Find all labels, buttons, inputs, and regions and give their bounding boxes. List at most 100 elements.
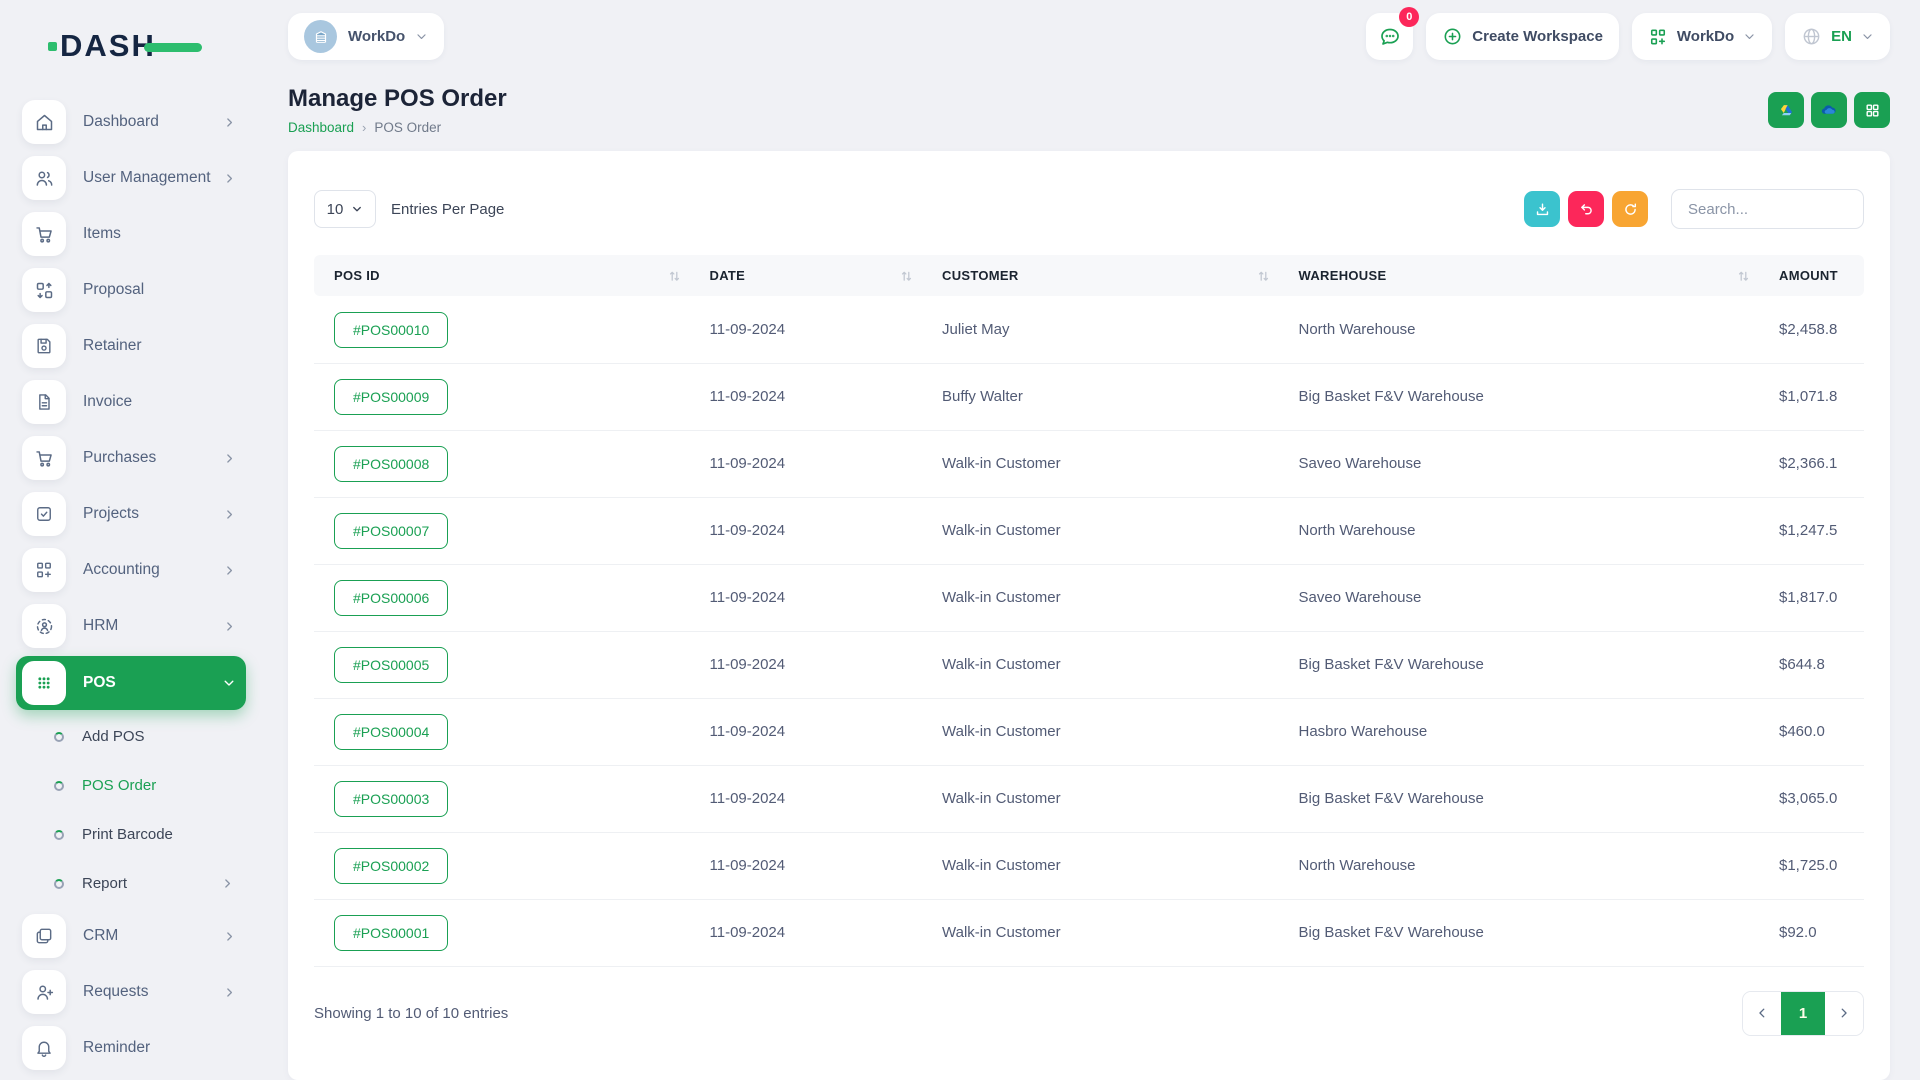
search-input[interactable]: [1671, 189, 1864, 229]
pos-id-link[interactable]: #POS00009: [334, 379, 448, 415]
sidebar-item-pos[interactable]: POS: [16, 656, 246, 710]
chevron-left-icon: [1755, 1006, 1769, 1020]
create-workspace-label: Create Workspace: [1472, 28, 1603, 45]
sidebar-item-label: Items: [83, 225, 121, 243]
sidebar-subitem-report[interactable]: Report: [16, 859, 246, 908]
column-header-amount[interactable]: AMOUNT: [1771, 255, 1864, 296]
table-row: #POS00004 11-09-2024 Walk-in Customer Ha…: [314, 698, 1864, 765]
cell-customer: Juliet May: [934, 296, 1291, 363]
cell-amount: $3,065.0: [1771, 765, 1864, 832]
sidebar-item-purchases[interactable]: Purchases: [16, 430, 246, 486]
language-selector[interactable]: EN: [1785, 13, 1890, 60]
sidebar-item-label: CRM: [83, 927, 118, 945]
table-row: #POS00003 11-09-2024 Walk-in Customer Bi…: [314, 765, 1864, 832]
sidebar-item-dashboard[interactable]: Dashboard: [16, 94, 246, 150]
cell-warehouse: North Warehouse: [1291, 296, 1772, 363]
apps-grid-icon: [1864, 102, 1881, 119]
pos-id-link[interactable]: #POS00007: [334, 513, 448, 549]
language-label: EN: [1831, 28, 1852, 45]
sidebar-item-retainer[interactable]: Retainer: [16, 318, 246, 374]
breadcrumb-dashboard-link[interactable]: Dashboard: [288, 120, 354, 135]
sidebar-item-projects[interactable]: Projects: [16, 486, 246, 542]
table-row: #POS00008 11-09-2024 Walk-in Customer Sa…: [314, 430, 1864, 497]
sort-icon[interactable]: [1258, 270, 1269, 282]
sidebar-item-items[interactable]: Items: [16, 206, 246, 262]
topbar: WorkDo 0 Create Workspace WorkDo: [288, 0, 1890, 73]
workspace-name: WorkDo: [348, 28, 405, 45]
cell-date: 11-09-2024: [702, 899, 935, 966]
proposal-icon: [22, 268, 66, 312]
messages-button[interactable]: 0: [1366, 13, 1413, 60]
reset-button[interactable]: [1568, 191, 1604, 227]
sidebar-item-proposal[interactable]: Proposal: [16, 262, 246, 318]
refresh-button[interactable]: [1612, 191, 1648, 227]
cell-customer: Walk-in Customer: [934, 832, 1291, 899]
sort-icon[interactable]: [669, 270, 680, 282]
user-plus-icon: [22, 970, 66, 1014]
entries-per-page-label: Entries Per Page: [391, 201, 504, 218]
sidebar-item-requests[interactable]: Requests: [16, 964, 246, 1020]
sort-icon[interactable]: [901, 270, 912, 282]
workspace-selector[interactable]: WorkDo: [288, 13, 444, 60]
sidebar-item-label: Dashboard: [83, 113, 159, 131]
chevron-down-icon: [415, 30, 428, 43]
cell-amount: $460.0: [1771, 698, 1864, 765]
google-drive-button[interactable]: [1768, 92, 1804, 128]
column-header-date[interactable]: DATE: [702, 255, 935, 296]
pos-id-link[interactable]: #POS00001: [334, 915, 448, 951]
cell-customer: Walk-in Customer: [934, 564, 1291, 631]
pos-id-link[interactable]: #POS00004: [334, 714, 448, 750]
sidebar-subitem-add-pos[interactable]: Add POS: [16, 712, 246, 761]
entries-per-page-select[interactable]: 10: [314, 190, 376, 228]
column-header-customer[interactable]: CUSTOMER: [934, 255, 1291, 296]
main-area: WorkDo 0 Create Workspace WorkDo: [260, 0, 1920, 1080]
export-button[interactable]: [1524, 191, 1560, 227]
pos-id-link[interactable]: #POS00005: [334, 647, 448, 683]
column-header-pos-id[interactable]: POS ID: [314, 255, 702, 296]
sidebar-subitem-print-barcode[interactable]: Print Barcode: [16, 810, 246, 859]
company-name: WorkDo: [1677, 28, 1734, 45]
pos-id-link[interactable]: #POS00010: [334, 312, 448, 348]
sidebar-item-hrm[interactable]: HRM: [16, 598, 246, 654]
previous-page-button[interactable]: [1743, 992, 1781, 1035]
cell-warehouse: Hasbro Warehouse: [1291, 698, 1772, 765]
undo-arrow-icon: [1578, 201, 1595, 218]
onedrive-button[interactable]: [1811, 92, 1847, 128]
cell-warehouse: Big Basket F&V Warehouse: [1291, 765, 1772, 832]
sidebar-item-invoice[interactable]: Invoice: [16, 374, 246, 430]
toolbar-actions: [1524, 189, 1864, 229]
next-page-button[interactable]: [1825, 992, 1863, 1035]
cell-customer: Buffy Walter: [934, 363, 1291, 430]
app-logo[interactable]: DASH: [48, 24, 246, 68]
cart-icon: [22, 212, 66, 256]
company-switcher[interactable]: WorkDo: [1632, 13, 1772, 60]
sort-icon[interactable]: [1738, 270, 1749, 282]
cell-warehouse: North Warehouse: [1291, 497, 1772, 564]
pos-id-link[interactable]: #POS00003: [334, 781, 448, 817]
page-number-button[interactable]: 1: [1781, 992, 1825, 1035]
cell-amount: $2,458.8: [1771, 296, 1864, 363]
sidebar-item-user-management[interactable]: User Management: [16, 150, 246, 206]
breadcrumb-separator-icon: ›: [362, 120, 366, 135]
pos-id-link[interactable]: #POS00006: [334, 580, 448, 616]
sidebar-item-label: Purchases: [83, 449, 156, 467]
cell-date: 11-09-2024: [702, 430, 935, 497]
sidebar-subitem-pos-order[interactable]: POS Order: [16, 761, 246, 810]
pos-id-link[interactable]: #POS00002: [334, 848, 448, 884]
chevron-down-icon: [351, 203, 363, 215]
sidebar-item-label: HRM: [83, 617, 118, 635]
sidebar-item-label: Proposal: [83, 281, 144, 299]
table-row: #POS00005 11-09-2024 Walk-in Customer Bi…: [314, 631, 1864, 698]
pos-id-link[interactable]: #POS00008: [334, 446, 448, 482]
breadcrumb-current: POS Order: [374, 120, 441, 135]
sidebar-item-crm[interactable]: CRM: [16, 908, 246, 964]
page-title: Manage POS Order: [288, 85, 507, 113]
cell-amount: $92.0: [1771, 899, 1864, 966]
sidebar-item-reminder[interactable]: Reminder: [16, 1020, 246, 1076]
column-header-warehouse[interactable]: WAREHOUSE: [1291, 255, 1772, 296]
apps-grid-button[interactable]: [1854, 92, 1890, 128]
create-workspace-button[interactable]: Create Workspace: [1426, 13, 1619, 60]
chevron-right-icon: [223, 564, 236, 577]
home-icon: [22, 100, 66, 144]
sidebar-item-accounting[interactable]: Accounting: [16, 542, 246, 598]
